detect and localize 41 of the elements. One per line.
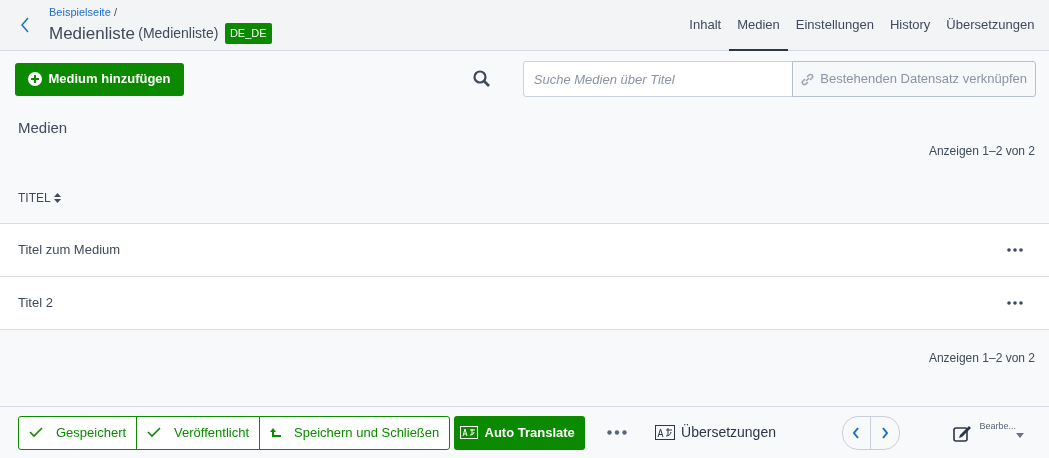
tab[interactable]: Einstellungen [787,0,882,51]
more-icon[interactable] [606,430,627,435]
edit-mode-label: Bearbe... [979,419,1016,433]
breadcrumb-separator: / [114,5,118,20]
page-title: Medienliste [49,22,135,45]
auto-translate-button[interactable]: Auto Translate [453,415,585,450]
link-icon [800,72,814,86]
check-icon [29,427,43,438]
tab[interactable]: Medien [729,0,788,51]
chevron-left-icon [852,427,861,440]
translate-icon [654,425,675,440]
status-button[interactable]: Veröffentlicht [136,415,260,450]
edit-icon[interactable] [953,423,974,442]
tab[interactable]: History [881,0,939,51]
locale-badge: DE_DE [224,23,272,44]
section-title: Medien [18,119,68,136]
tab[interactable]: Übersetzungen [938,0,1043,51]
search-icon[interactable] [472,70,491,88]
page-subtitle: (Medienliste) [138,23,219,43]
more-icon[interactable] [1007,247,1023,252]
column-header[interactable]: TITEL [18,189,51,207]
status-button[interactable]: Gespeichert [18,415,138,450]
pagination-info: Anzeigen 1–2 von 2 [928,142,1035,160]
chevron-right-icon [881,427,889,440]
pagination-info: Anzeigen 1–2 von 2 [928,349,1035,367]
check-icon [147,427,162,438]
translations-link[interactable]: Übersetzungen [654,422,776,443]
breadcrumb-link[interactable]: Beispielseite [49,4,111,21]
corner-arrow-icon [270,427,281,438]
table-cell-text: Titel 2 [18,293,53,312]
dropdown-icon[interactable] [1016,433,1024,438]
more-icon[interactable] [1007,300,1023,305]
status-button[interactable]: Speichern und Schließen [259,415,451,450]
back-icon[interactable] [19,17,30,33]
search-field[interactable]: Suche Medien über Titel [522,61,793,97]
add-media-button[interactable]: Medium hinzufügen [15,62,184,96]
table-cell-text: Titel zum Medium [18,240,121,259]
plus-icon [28,72,42,86]
translate-icon [460,426,479,439]
sort-icon[interactable] [53,193,61,203]
tab[interactable]: Inhalt [681,0,730,51]
